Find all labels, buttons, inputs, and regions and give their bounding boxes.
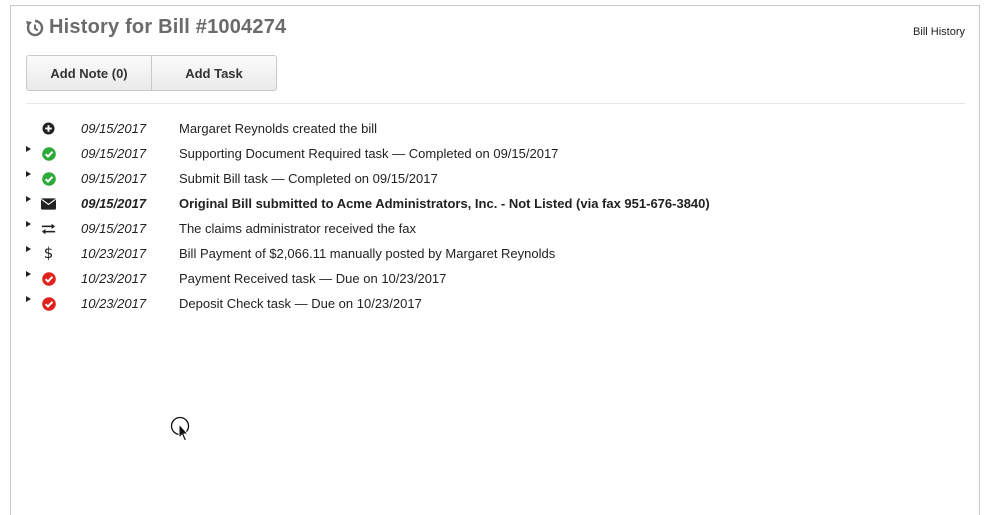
history-date: 09/15/2017 xyxy=(81,221,147,236)
history-icon xyxy=(26,19,44,36)
history-text: The claims administrator received the fa… xyxy=(179,221,416,236)
history-date: 10/23/2017 xyxy=(81,271,147,286)
history-text: Original Bill submitted to Acme Administ… xyxy=(179,196,710,211)
envelope-icon xyxy=(41,196,56,211)
expand-caret-icon[interactable] xyxy=(26,196,31,202)
history-text: Payment Received task — Due on 10/23/201… xyxy=(179,271,447,286)
history-row[interactable]: 09/15/2017 The claims administrator recei… xyxy=(25,216,965,241)
expand-caret-icon[interactable] xyxy=(26,221,31,227)
add-note-button[interactable]: Add Note (0) xyxy=(27,56,152,90)
history-text: Deposit Check task — Due on 10/23/2017 xyxy=(179,296,422,311)
history-text: Supporting Document Required task — Comp… xyxy=(179,146,559,161)
history-date: 09/15/2017 xyxy=(81,121,147,136)
history-row[interactable]: 10/23/2017 Deposit Check task — Due on 10… xyxy=(25,291,965,316)
action-button-group: Add Note (0) Add Task xyxy=(26,55,277,91)
history-row[interactable]: 09/15/2017 Original Bill submitted to Acm… xyxy=(25,191,965,216)
page-title: History for Bill #1004274 xyxy=(49,16,287,38)
history-row[interactable]: 10/23/2017 Payment Received task — Due on… xyxy=(25,266,965,291)
expand-caret-icon[interactable] xyxy=(26,271,31,277)
breadcrumb: Bill History xyxy=(913,26,965,38)
history-date: 10/23/2017 xyxy=(81,246,147,261)
history-text: Margaret Reynolds created the bill xyxy=(179,121,377,136)
check-circle-green-icon xyxy=(41,171,56,186)
history-row[interactable]: $10/23/2017 Bill Payment of $2,066.11 man… xyxy=(25,241,965,266)
expand-caret-icon[interactable] xyxy=(26,246,31,252)
mouse-cursor-icon xyxy=(170,416,190,442)
history-row: 09/15/2017 Margaret Reynolds created the … xyxy=(25,116,965,141)
expand-caret-icon[interactable] xyxy=(26,296,31,302)
expand-caret-icon[interactable] xyxy=(26,146,31,152)
plus-circle-icon xyxy=(41,121,56,136)
history-row[interactable]: 09/15/2017 Supporting Document Required t… xyxy=(25,141,965,166)
history-date: 09/15/2017 xyxy=(81,146,147,161)
check-circle-red-icon xyxy=(41,296,56,311)
history-date: 10/23/2017 xyxy=(81,296,147,311)
history-text: Bill Payment of $2,066.11 manually poste… xyxy=(179,246,556,261)
divider xyxy=(26,103,965,104)
check-circle-green-icon xyxy=(41,146,56,161)
history-list: 09/15/2017 Margaret Reynolds created the … xyxy=(25,116,965,316)
history-date: 09/15/2017 xyxy=(81,196,147,211)
expand-caret-icon[interactable] xyxy=(26,171,31,177)
panel-header: History for Bill #1004274 xyxy=(25,16,286,39)
history-row[interactable]: 09/15/2017 Submit Bill task — Completed o… xyxy=(25,166,965,191)
dollar-icon: $ xyxy=(43,244,54,262)
history-text: Submit Bill task — Completed on 09/15/20… xyxy=(179,171,438,186)
check-circle-red-icon xyxy=(41,271,56,286)
exchange-arrows-icon xyxy=(41,221,56,236)
add-task-button[interactable]: Add Task xyxy=(152,56,276,90)
history-panel: History for Bill #1004274 Bill History A… xyxy=(10,5,980,515)
history-date: 09/15/2017 xyxy=(81,171,147,186)
